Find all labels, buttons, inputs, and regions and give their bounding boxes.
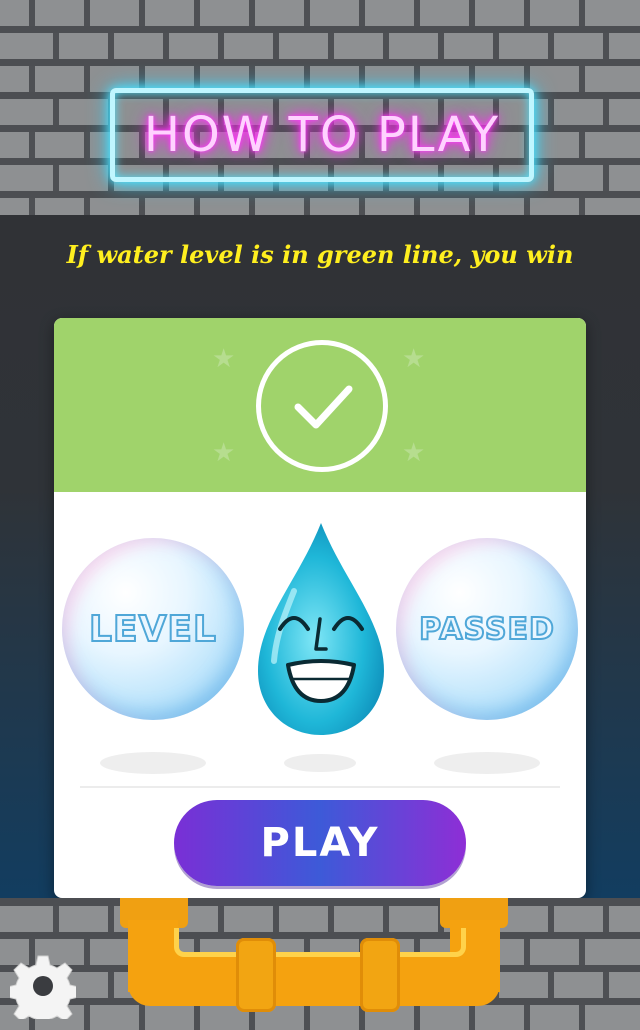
water-pipe	[118, 898, 524, 1014]
brick-row	[0, 0, 640, 26]
result-card: ★ ★ ★ ★ LEVEL PASSED PLAY	[54, 318, 586, 898]
brick-row	[0, 33, 640, 59]
star-icon: ★	[212, 438, 236, 468]
bubble-shadow	[100, 752, 206, 774]
level-word: LEVEL	[88, 608, 217, 651]
settings-gear-icon[interactable]	[6, 953, 80, 1029]
pipe-highlight	[174, 928, 466, 957]
brick-row	[0, 198, 640, 215]
neon-title-sign: HOW TO PLAY	[110, 88, 534, 182]
water-drop-icon	[254, 521, 388, 739]
pipe-joint	[236, 938, 276, 1012]
check-icon	[256, 340, 388, 472]
star-icon: ★	[402, 344, 426, 374]
play-button-label: PLAY	[260, 820, 380, 866]
level-bubble: LEVEL	[62, 538, 244, 720]
pipe-segment	[128, 954, 500, 1006]
instruction-text: If water level is in green line, you win	[66, 240, 574, 269]
passed-word: PASSED	[418, 611, 555, 648]
page-title: HOW TO PLAY	[143, 107, 501, 163]
card-header: ★ ★ ★ ★	[54, 318, 586, 492]
divider	[80, 786, 560, 788]
play-button[interactable]: PLAY	[174, 800, 466, 886]
passed-bubble: PASSED	[396, 538, 578, 720]
pipe-joint	[360, 938, 400, 1012]
star-icon: ★	[212, 344, 236, 374]
star-icon: ★	[402, 438, 426, 468]
bubble-shadow	[434, 752, 540, 774]
drop-shadow	[284, 754, 356, 772]
